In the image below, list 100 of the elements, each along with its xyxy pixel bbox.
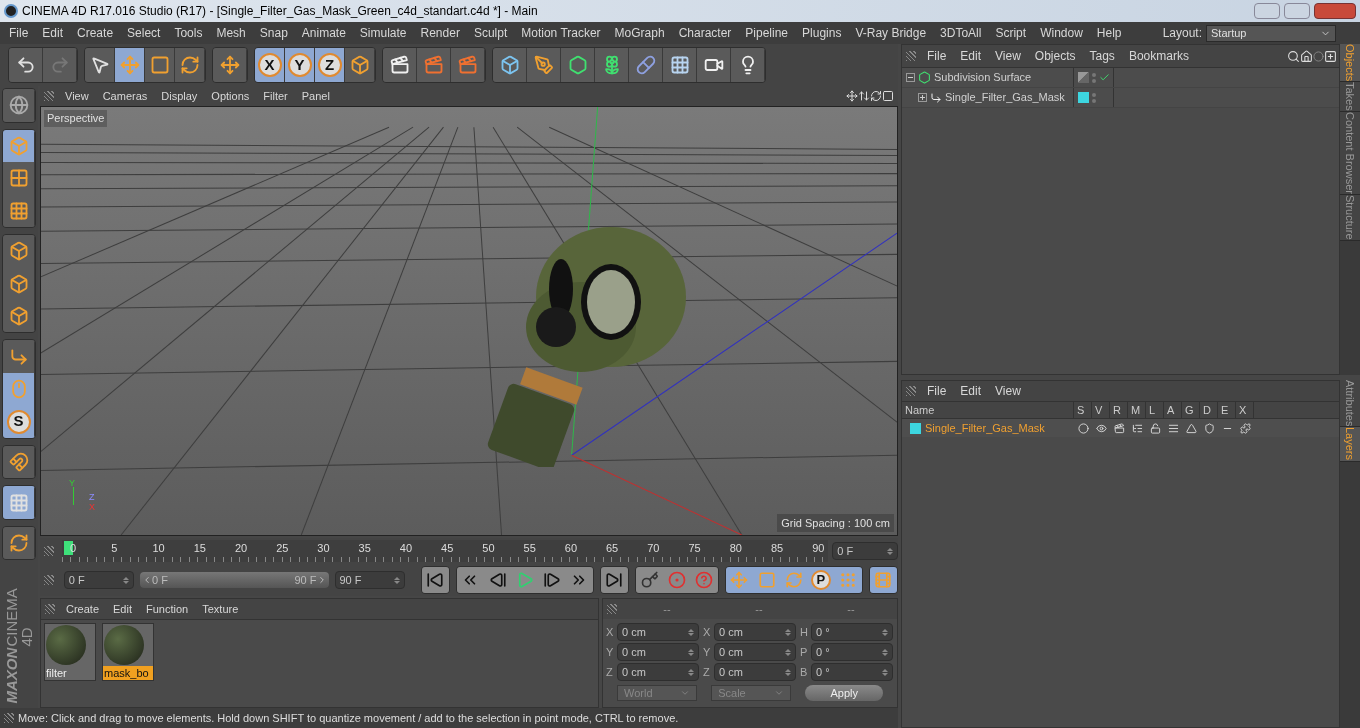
tool-button[interactable]: Z (315, 48, 345, 82)
side-tab[interactable]: Structure (1340, 195, 1360, 241)
transport-button[interactable] (725, 567, 753, 593)
menu-item[interactable]: View (58, 87, 96, 105)
menu-item[interactable]: Options (204, 87, 257, 105)
number-field[interactable]: 0 cm (617, 663, 699, 681)
layer-toggle-icon[interactable] (1113, 422, 1125, 434)
tool-button[interactable] (145, 48, 175, 82)
spinner-icon[interactable] (393, 576, 400, 584)
apply-button[interactable]: Apply (805, 685, 883, 701)
tool-button[interactable] (115, 48, 145, 82)
side-tab[interactable]: Attributes (1340, 380, 1360, 428)
menu-item[interactable]: Motion Tracker (514, 24, 608, 42)
number-field[interactable]: 0 F (63, 571, 134, 589)
menu-item[interactable]: Mesh (209, 24, 253, 42)
side-tab[interactable]: Layers (1340, 427, 1360, 462)
tree-row[interactable]: Subdivision Surface (902, 68, 1339, 88)
menu-item[interactable]: Create (59, 600, 107, 618)
menu-item[interactable]: Help (1089, 24, 1129, 42)
menu-item[interactable]: Panel (294, 87, 337, 105)
tool-button[interactable] (629, 48, 663, 82)
material-swatch[interactable]: filter (44, 623, 96, 681)
menu-item[interactable]: File (920, 382, 954, 400)
layout-dropdown[interactable]: Startup (1206, 24, 1336, 42)
menu-item[interactable]: MoGraph (607, 24, 672, 42)
layer-toggle-icon[interactable] (1131, 422, 1143, 434)
pan-icon[interactable] (846, 90, 858, 102)
menu-item[interactable]: Function (139, 600, 196, 618)
menu-item[interactable]: Edit (106, 600, 139, 618)
number-field[interactable]: 0 cm (714, 643, 796, 661)
transport-button[interactable] (636, 567, 664, 593)
orbit-icon[interactable] (870, 90, 882, 102)
tool-button[interactable] (731, 48, 765, 82)
menu-item[interactable]: Tools (167, 24, 210, 42)
menu-item[interactable]: Edit (35, 24, 71, 42)
menu-item[interactable]: Tags (1082, 47, 1122, 65)
layer-toggle-icon[interactable] (1149, 422, 1161, 434)
menu-item[interactable]: Character (671, 24, 739, 42)
transport-button[interactable] (869, 567, 897, 593)
layer-toggle-icon[interactable] (1185, 422, 1197, 434)
tool-button[interactable] (3, 235, 35, 268)
number-field[interactable]: 0 cm (617, 643, 699, 661)
spinner-icon[interactable] (688, 628, 694, 636)
menu-item[interactable]: Plugins (795, 24, 849, 42)
menu-item[interactable]: Snap (252, 24, 295, 42)
home-icon[interactable] (1300, 49, 1313, 63)
zoom-icon[interactable] (858, 90, 870, 102)
number-field[interactable]: 0 cm (714, 623, 796, 641)
menu-item[interactable]: Edit (953, 47, 989, 65)
menu-item[interactable]: Display (154, 87, 205, 105)
tree-row[interactable]: Single_Filter_Gas_Mask (902, 88, 1339, 108)
menu-item[interactable]: Animate (294, 24, 353, 42)
menu-item[interactable]: Objects (1027, 47, 1083, 65)
tool-button[interactable] (9, 48, 43, 82)
tool-button[interactable] (175, 48, 205, 82)
timeline-ruler[interactable]: 0 5 10 15 20 25 30 35 40 45 50 55 60 65 70 75 80 85 90 (61, 540, 829, 562)
transport-button[interactable] (565, 567, 593, 593)
layer-toggle-icon[interactable] (1077, 422, 1089, 434)
menu-item[interactable]: Sculpt (466, 24, 515, 42)
tool-button[interactable] (493, 48, 527, 82)
number-field[interactable]: 0 ° (811, 623, 893, 641)
menu-item[interactable]: File (2, 24, 36, 42)
menu-item[interactable]: Bookmarks (1121, 47, 1196, 65)
transport-button[interactable]: P (807, 567, 835, 593)
number-field[interactable]: 0 F (832, 542, 898, 560)
menu-item[interactable]: View (988, 47, 1028, 65)
tool-button[interactable] (561, 48, 595, 82)
spinner-icon[interactable] (882, 668, 888, 676)
tool-button[interactable] (3, 526, 35, 560)
tool-button[interactable] (3, 340, 35, 373)
transport-button[interactable] (600, 567, 629, 593)
menu-item[interactable]: Select (120, 24, 168, 42)
menu-item[interactable]: View (988, 382, 1028, 400)
spinner-icon[interactable] (785, 668, 791, 676)
layer-toggle-icon[interactable] (1095, 422, 1107, 434)
number-field[interactable]: 0 cm (617, 623, 699, 641)
maximize-view-icon[interactable] (882, 90, 894, 102)
new-panel-icon[interactable] (1324, 49, 1337, 63)
menu-item[interactable]: Pipeline (738, 24, 796, 42)
material-swatch[interactable]: mask_bo (102, 623, 154, 681)
menu-item[interactable]: Filter (256, 87, 295, 105)
tool-button[interactable] (527, 48, 561, 82)
tool-button[interactable] (595, 48, 629, 82)
spinner-icon[interactable] (785, 648, 791, 656)
spinner-icon[interactable] (882, 648, 888, 656)
tool-button[interactable]: S (3, 405, 35, 438)
tool-button[interactable] (383, 48, 417, 82)
tool-button[interactable] (3, 162, 35, 195)
layer-toggle-icon[interactable] (1203, 422, 1215, 434)
tool-button[interactable] (213, 48, 247, 82)
checkmark-icon[interactable] (1099, 72, 1110, 83)
menu-item[interactable]: Script (988, 24, 1034, 42)
tool-button[interactable] (3, 486, 35, 519)
search-icon[interactable] (1287, 49, 1300, 63)
menu-item[interactable]: Texture (195, 600, 246, 618)
number-field[interactable]: 0 ° (811, 643, 893, 661)
transport-button[interactable] (421, 567, 449, 593)
menu-item[interactable]: V-Ray Bridge (848, 24, 934, 42)
object-name[interactable]: Single_Filter_Gas_Mask (945, 89, 1065, 106)
tool-button[interactable] (3, 445, 35, 479)
